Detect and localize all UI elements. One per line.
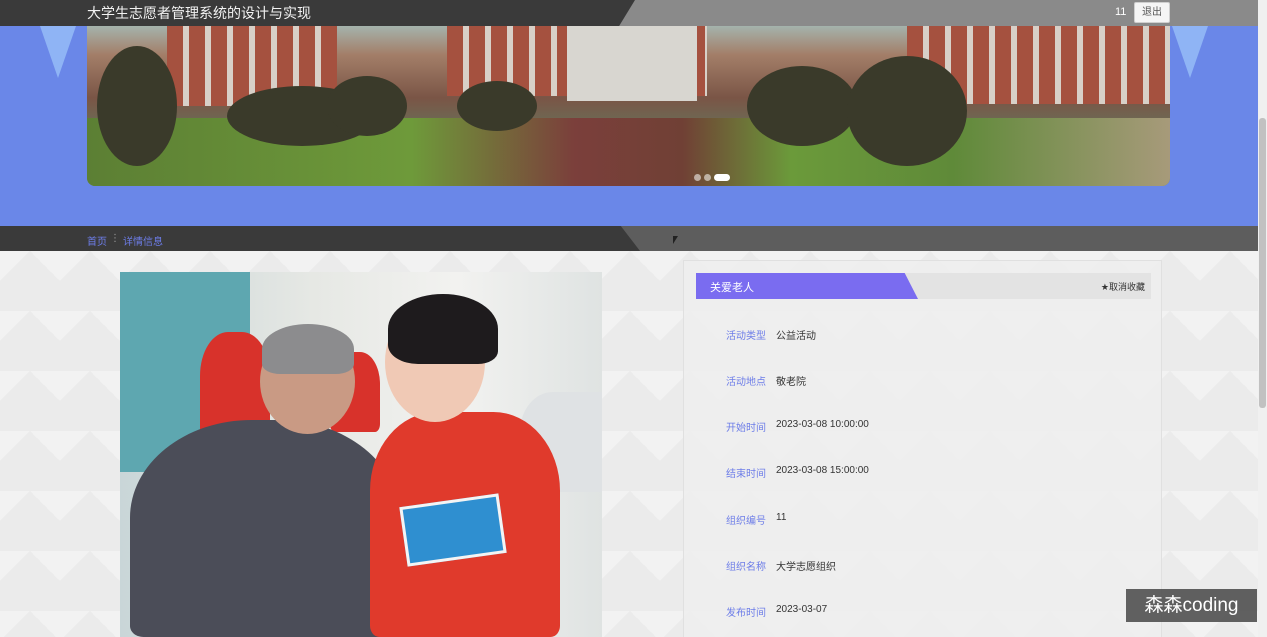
tree xyxy=(747,66,857,146)
field-value: 公益活动 xyxy=(776,331,816,342)
banner-decoration-right xyxy=(1172,26,1208,78)
field-publish-time: 发布时间 2023-03-07 xyxy=(684,604,1161,619)
field-label: 组织名称 xyxy=(726,562,766,573)
field-start-time: 开始时间 2023-03-08 10:00:00 xyxy=(684,419,1161,434)
user-id[interactable]: 11 xyxy=(1115,6,1126,18)
panel-title-tab: 关爱老人 xyxy=(696,273,918,299)
field-label: 活动地点 xyxy=(726,377,766,388)
field-label: 开始时间 xyxy=(726,423,766,434)
field-label: 活动类型 xyxy=(726,331,766,342)
photo-girl-hair xyxy=(388,294,498,364)
field-end-time: 结束时间 2023-03-08 15:00:00 xyxy=(684,465,1161,480)
breadcrumb-separator: ⋮ xyxy=(110,233,120,244)
logout-button[interactable]: 退出 xyxy=(1134,2,1170,23)
tree xyxy=(97,46,177,166)
field-value: 11 xyxy=(776,512,787,523)
page-scrollbar[interactable] xyxy=(1258,0,1267,637)
building-entrance xyxy=(567,26,697,101)
mouse-cursor-icon xyxy=(673,236,678,244)
field-label: 结束时间 xyxy=(726,469,766,480)
activity-title: 关爱老人 xyxy=(710,282,754,294)
scrollbar-thumb[interactable] xyxy=(1259,118,1266,408)
tree xyxy=(847,56,967,166)
breadcrumb-current: 详情信息 xyxy=(123,237,163,248)
field-activity-type: 活动类型 公益活动 xyxy=(684,327,1161,342)
field-activity-location: 活动地点 敬老院 xyxy=(684,373,1161,388)
banner-carousel xyxy=(0,26,1258,226)
detail-panel: 关爱老人 ★取消收藏 活动类型 公益活动 活动地点 敬老院 开始时间 2023-… xyxy=(683,260,1162,637)
carousel-dot[interactable] xyxy=(704,174,711,181)
carousel-indicators xyxy=(694,168,733,186)
field-label: 发布时间 xyxy=(726,608,766,619)
breadcrumb: 首页 ⋮ 详情信息 xyxy=(0,226,1258,251)
activity-photo[interactable] xyxy=(120,272,602,637)
carousel-dot[interactable] xyxy=(694,174,701,181)
field-org-id: 组织编号 11 xyxy=(684,512,1161,527)
photo-elderly-woman xyxy=(130,420,400,637)
watermark: 森森coding xyxy=(1126,589,1257,622)
carousel-dot-active[interactable] xyxy=(714,174,730,181)
tree xyxy=(327,76,407,136)
field-label: 组织编号 xyxy=(726,516,766,527)
unfavorite-button[interactable]: ★取消收藏 xyxy=(1101,280,1145,293)
breadcrumb-home-link[interactable]: 首页 xyxy=(87,233,107,248)
field-value: 2023-03-08 10:00:00 xyxy=(776,419,869,430)
banner-decoration-left xyxy=(40,26,76,78)
app-title: 大学生志愿者管理系统的设计与实现 xyxy=(87,5,311,21)
tree xyxy=(457,81,537,131)
field-value: 敬老院 xyxy=(776,377,806,388)
campus-banner-image[interactable] xyxy=(87,26,1170,186)
top-header: 大学生志愿者管理系统的设计与实现 11 退出 xyxy=(0,0,1258,26)
field-value: 2023-03-07 xyxy=(776,604,828,615)
photo-elderly-hair xyxy=(262,324,354,374)
detail-content: 关爱老人 ★取消收藏 活动类型 公益活动 活动地点 敬老院 开始时间 2023-… xyxy=(0,251,1258,637)
panel-header: 关爱老人 ★取消收藏 xyxy=(696,273,1151,299)
field-value: 2023-03-08 15:00:00 xyxy=(776,465,869,476)
field-value: 大学志愿组织 xyxy=(776,562,836,573)
field-org-name: 组织名称 大学志愿组织 xyxy=(684,558,1161,573)
